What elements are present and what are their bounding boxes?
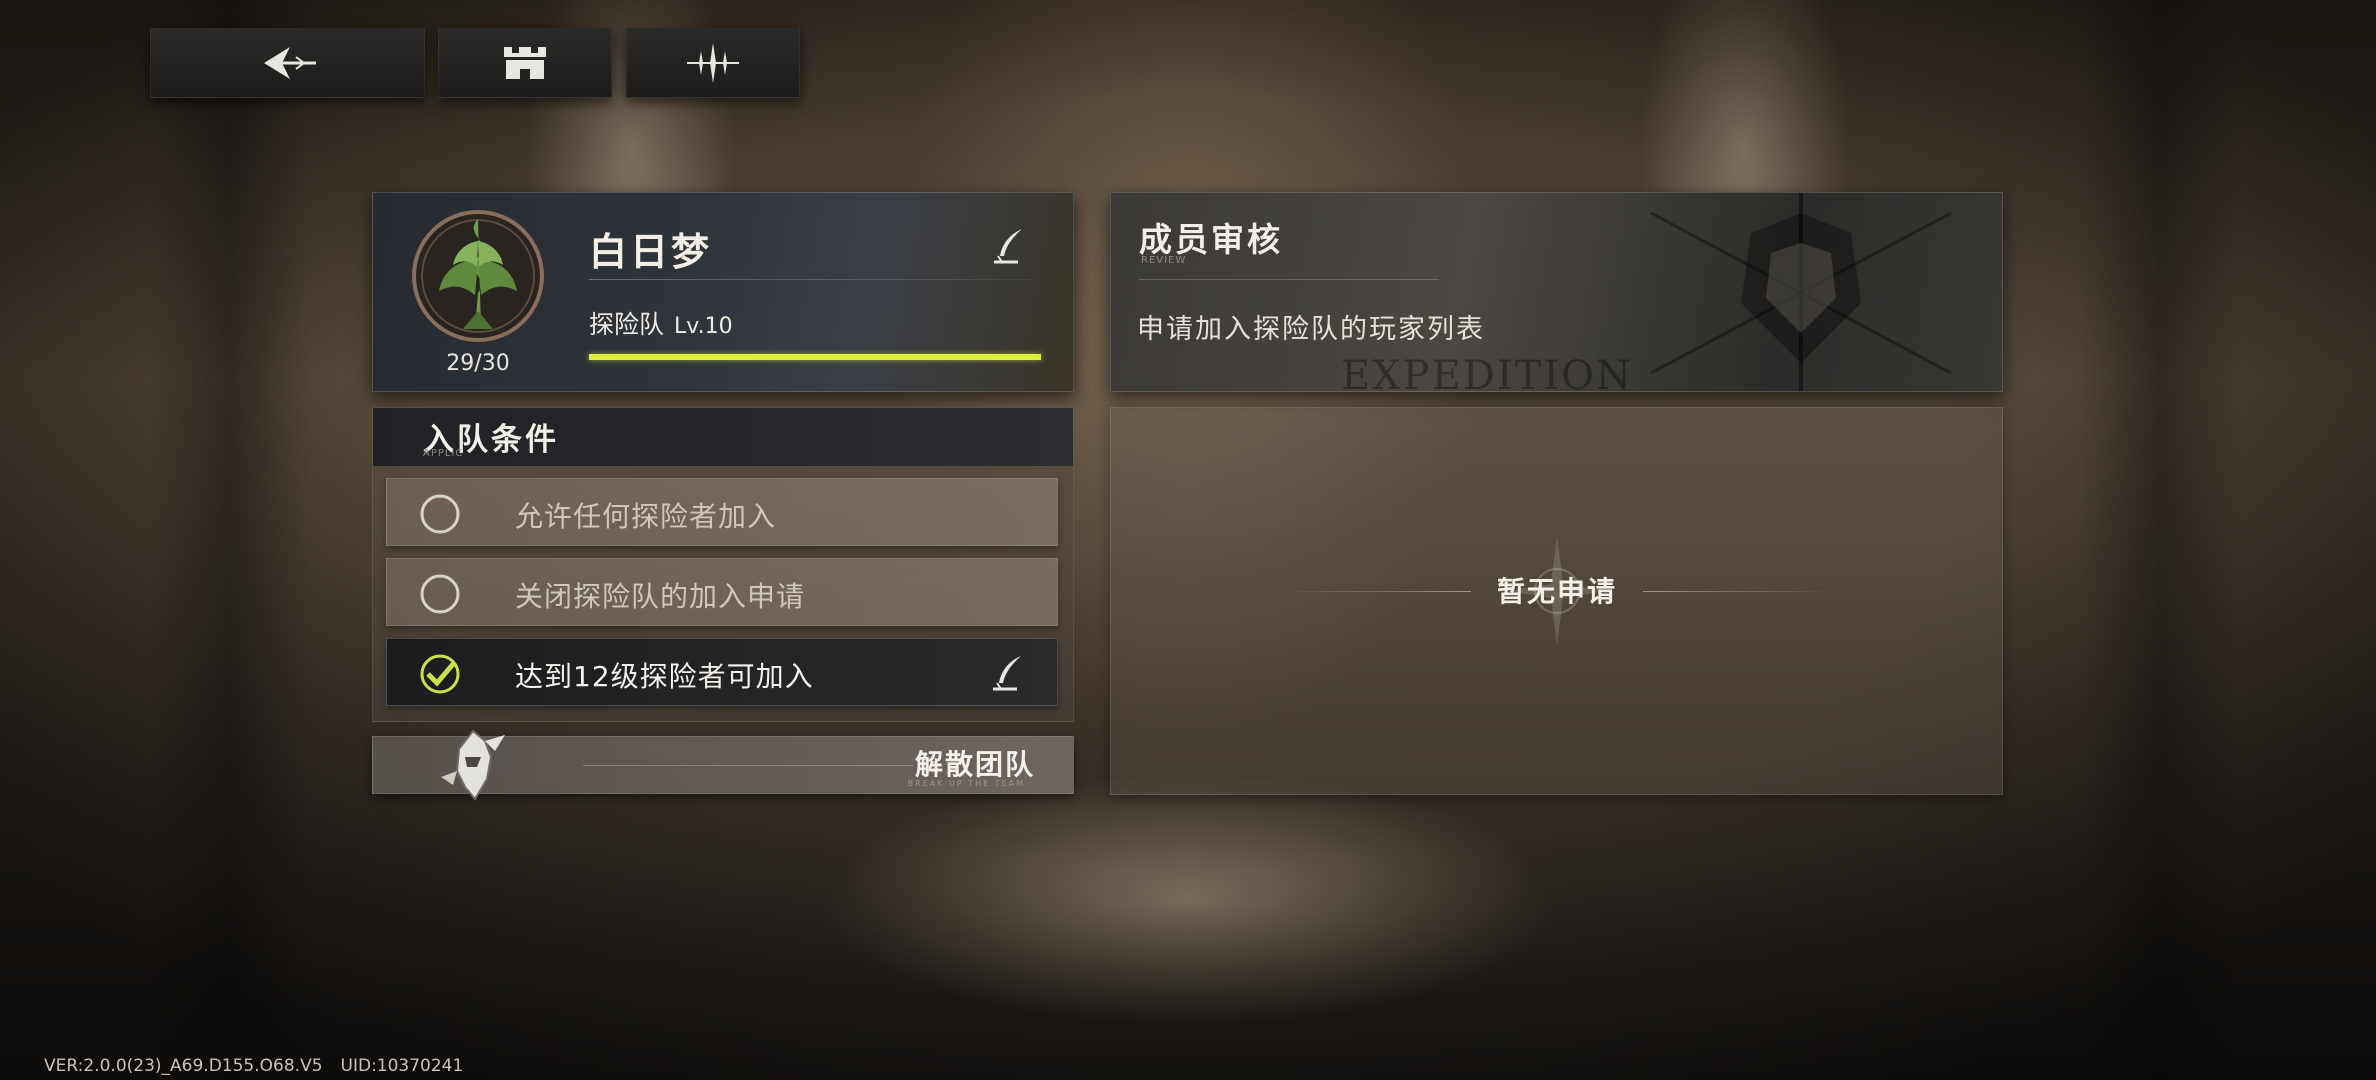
empty-applications-text: 暂无申请 xyxy=(1496,575,1617,608)
member-review-header: EXPEDITION 成员审核 REVIEW 申请加入探险队的玩家列表 xyxy=(1110,192,2003,392)
castle-icon xyxy=(504,47,546,79)
disband-label: 解散团队 xyxy=(914,748,1035,781)
team-level-label: 探险队 xyxy=(589,310,665,339)
background-pillar xyxy=(150,0,310,1080)
condition-option-label: 达到12级探险者可加入 xyxy=(515,660,814,693)
condition-option-label: 关闭探险队的加入申请 xyxy=(515,580,806,613)
condition-option-label: 允许任何探险者加入 xyxy=(515,500,777,533)
join-conditions-header: 入队条件 APPLIC xyxy=(373,408,1073,466)
member-review-subtitle: REVIEW xyxy=(1141,255,1187,266)
xp-progress-fill xyxy=(589,354,1041,360)
uid-text: UID:10370241 xyxy=(340,1056,464,1076)
quill-icon xyxy=(994,229,1022,264)
radio-checked-icon xyxy=(420,654,460,694)
member-count: 29/30 xyxy=(446,351,510,376)
join-conditions-subtitle: APPLIC xyxy=(423,448,464,459)
team-level-value: Lv.10 xyxy=(674,314,733,339)
team-divider xyxy=(589,279,1034,280)
expedition-crest-icon xyxy=(1650,193,1952,391)
castle-button[interactable] xyxy=(438,28,612,98)
disband-team-button[interactable]: 解散团队 BREAK UP THE TEAM xyxy=(372,729,1074,801)
version-info: VER:2.0.0(23)_A69.D155.O68.V5 UID:1037024… xyxy=(44,1056,481,1076)
sparkle-button[interactable] xyxy=(626,28,800,98)
edit-level-button[interactable] xyxy=(985,651,1029,695)
member-review-title: 成员审核 xyxy=(1139,220,1283,259)
member-review-divider xyxy=(1139,279,1439,280)
team-level: 探险队 Lv.10 xyxy=(589,305,733,341)
empty-divider-left xyxy=(1281,591,1471,592)
sparkle-icon xyxy=(687,43,739,83)
edit-name-button[interactable] xyxy=(985,223,1031,269)
application-list: 暂无申请 xyxy=(1110,407,2003,795)
tree-emblem-icon xyxy=(403,201,553,351)
background-pillar xyxy=(2080,0,2240,1080)
helmet-icon xyxy=(441,729,505,801)
radio-unchecked-icon xyxy=(420,574,460,614)
team-name: 白日梦 xyxy=(589,230,713,274)
disband-divider xyxy=(583,765,913,766)
quill-icon xyxy=(993,656,1021,691)
empty-divider-right xyxy=(1643,591,1833,592)
back-arrow-icon xyxy=(263,47,316,79)
expedition-watermark: EXPEDITION xyxy=(1341,353,1633,392)
disband-subtitle: BREAK UP THE TEAM xyxy=(907,779,1025,788)
team-info-card: 29/30 白日梦 探险队 Lv.10 xyxy=(372,192,1074,392)
condition-option-allow-any[interactable]: 允许任何探险者加入 xyxy=(386,478,1058,546)
join-conditions-panel: 入队条件 APPLIC 允许任何探险者加入 关闭探险队的加入申请 达到12级探险… xyxy=(372,407,1074,722)
condition-option-close-applications[interactable]: 关闭探险队的加入申请 xyxy=(386,558,1058,626)
condition-option-level-12[interactable]: 达到12级探险者可加入 xyxy=(386,638,1058,706)
xp-progress-bar xyxy=(589,354,1041,360)
member-review-description: 申请加入探险队的玩家列表 xyxy=(1137,314,1485,345)
version-text: VER:2.0.0(23)_A69.D155.O68.V5 xyxy=(44,1056,323,1076)
radio-unchecked-icon xyxy=(420,494,460,534)
back-button[interactable] xyxy=(150,28,425,98)
